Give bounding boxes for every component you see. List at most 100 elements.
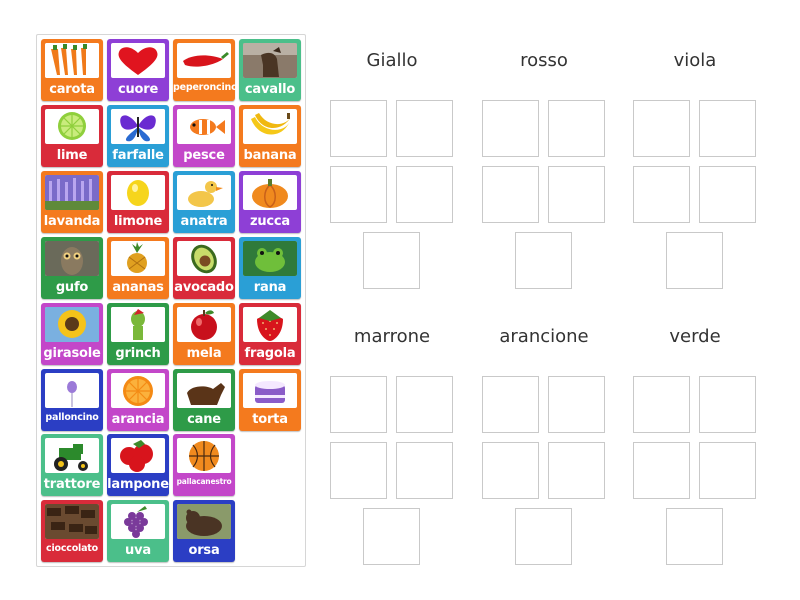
apple-icon [177,307,231,342]
tile-ananas[interactable]: ananas [107,237,169,299]
strawberry-icon [243,307,297,342]
cake-icon [243,373,297,408]
owl-icon [45,241,99,276]
drop-slot[interactable] [330,442,387,499]
chocolate-icon [45,504,99,539]
drop-slot[interactable] [666,232,723,289]
frog-icon [243,241,297,276]
horse-icon [243,43,297,78]
basketball-icon [177,438,231,473]
tile-label: gufo [55,280,89,295]
drop-slot[interactable] [363,232,420,289]
butterfly-icon [111,109,165,144]
tile-label: lime [56,148,88,163]
tile-avocado[interactable]: avocado [173,237,235,299]
tile-zucca[interactable]: zucca [239,171,301,233]
drop-slot[interactable] [633,442,690,499]
tile-label: zucca [249,214,290,229]
tile-anatra[interactable]: anatra [173,171,235,233]
tile-label: cioccolato [46,543,98,554]
tile-cane[interactable]: cane [173,369,235,431]
tile-rana[interactable]: rana [239,237,301,299]
tile-label: carota [49,82,95,97]
tile-label: trattore [43,477,101,492]
drop-slot[interactable] [396,376,453,433]
group-title: Giallo [366,50,418,71]
drop-slot[interactable] [515,232,572,289]
drop-slot[interactable] [699,442,756,499]
group-title: marrone [353,326,431,347]
tile-mela[interactable]: mela [173,303,235,365]
tile-banana[interactable]: banana [239,105,301,167]
tile-label: arancia [111,412,165,427]
tile-pallacanestro[interactable]: pallacanestro [173,434,235,496]
tile-pesce[interactable]: pesce [173,105,235,167]
tile-grinch[interactable]: grinch [107,303,169,365]
drop-slot[interactable] [363,508,420,565]
drop-slot[interactable] [548,442,605,499]
tile-uva[interactable]: uva [107,500,169,562]
tile-palloncino[interactable]: palloncino [41,369,103,431]
tile-label: torta [252,412,288,427]
heart-icon [111,43,165,78]
tile-label: avocado [174,280,234,295]
tile-label: cavallo [244,82,296,97]
tile-cioccolato[interactable]: cioccolato [41,500,103,562]
tile-label: pallacanestro [176,477,232,486]
tile-arancia[interactable]: arancia [107,369,169,431]
drop-slot[interactable] [330,100,387,157]
pineapple-icon [111,241,165,276]
tile-label: pesce [183,148,225,163]
drop-slot[interactable] [330,376,387,433]
tile-orsa[interactable]: orsa [173,500,235,562]
tile-carota[interactable]: carota [41,39,103,101]
tile-label: banana [243,148,297,163]
drop-slot[interactable] [482,442,539,499]
orange-fruit-icon [111,373,165,408]
tile-limone[interactable]: limone [107,171,169,233]
tile-cavallo[interactable]: cavallo [239,39,301,101]
carrot-icon [45,43,99,78]
tile-gufo[interactable]: gufo [41,237,103,299]
drop-slot[interactable] [396,166,453,223]
drop-slot[interactable] [699,166,756,223]
drop-slot[interactable] [548,166,605,223]
tile-label: mela [186,346,222,361]
tile-farfalle[interactable]: farfalle [107,105,169,167]
tile-lampone[interactable]: lampone [107,434,169,496]
drop-slot[interactable] [633,166,690,223]
tile-girasole[interactable]: girasole [41,303,103,365]
drop-slot[interactable] [699,376,756,433]
tile-lime[interactable]: lime [41,105,103,167]
group-title: rosso [520,50,568,71]
drop-slot[interactable] [515,508,572,565]
drop-slot[interactable] [396,442,453,499]
drop-slot[interactable] [666,508,723,565]
drop-slot[interactable] [548,376,605,433]
duck-icon [177,175,231,210]
tile-label: lampone [107,477,169,492]
group-title: verde [669,326,721,347]
tile-lavanda[interactable]: lavanda [41,171,103,233]
drop-slot[interactable] [633,376,690,433]
tile-fragola[interactable]: fragola [239,303,301,365]
pumpkin-icon [243,175,297,210]
drop-slot[interactable] [482,376,539,433]
drop-slot[interactable] [482,100,539,157]
drop-slot[interactable] [330,166,387,223]
drop-slot[interactable] [482,166,539,223]
raspberry-icon [111,438,165,473]
drop-slot[interactable] [548,100,605,157]
tile-label: cane [187,412,221,427]
tile-peperoncino[interactable]: peperoncino [173,39,238,101]
tile-trattore[interactable]: trattore [41,434,103,496]
tile-torta[interactable]: torta [239,369,301,431]
drop-slot[interactable] [396,100,453,157]
drop-slot[interactable] [699,100,756,157]
tile-label: grinch [115,346,161,361]
tile-label: ananas [112,280,164,295]
tile-label: cuore [117,82,159,97]
lime-icon [45,109,99,144]
drop-slot[interactable] [633,100,690,157]
tile-cuore[interactable]: cuore [107,39,169,101]
